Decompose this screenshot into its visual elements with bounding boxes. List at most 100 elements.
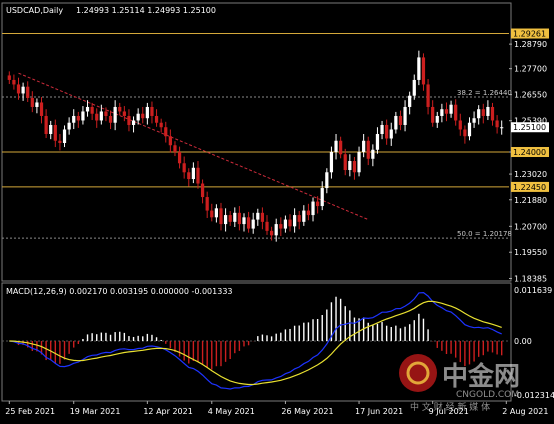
candle-body [113, 106, 117, 123]
candle-body [164, 127, 168, 137]
candle-body [311, 201, 315, 216]
candle-body [90, 106, 94, 114]
candle-body [67, 122, 71, 130]
candle-body [385, 124, 389, 139]
candle-body [265, 221, 269, 231]
price-badge: 1.25100 [513, 123, 546, 132]
candle-body [352, 161, 357, 173]
candle-body [297, 215, 301, 222]
candle-body [136, 113, 140, 121]
candle-body [72, 115, 76, 123]
time-tick-label: 26 May 2021 [281, 407, 333, 416]
candle-body [444, 109, 449, 114]
candle-body [486, 106, 490, 116]
time-tick-label: 17 Jun 2021 [355, 407, 403, 416]
candle-body [233, 212, 237, 222]
candle-body [375, 133, 380, 150]
candle-body [320, 188, 324, 207]
watermark-url: CNGOLD.COM [456, 390, 519, 400]
candle-body [223, 215, 228, 225]
candle-body [500, 127, 504, 129]
candle-body [440, 109, 444, 116]
time-tick-label: 19 Mar 2021 [70, 407, 121, 416]
price-tick-label: 1.19550 [514, 248, 547, 257]
candle-body [196, 167, 200, 184]
time-tick-label: 2 Aug 2021 [502, 407, 548, 416]
candle-body [49, 124, 53, 134]
candle-body [490, 106, 495, 121]
candle-body [380, 124, 384, 134]
candle-body [62, 129, 67, 143]
candle-body [131, 120, 136, 125]
candle-body [76, 115, 80, 121]
candle-body [389, 129, 393, 139]
candle-body [495, 120, 499, 128]
candle-body [316, 201, 320, 207]
candle-body [477, 109, 481, 119]
candle-body [219, 208, 223, 225]
macd-tick-label: -0.012314 [514, 391, 554, 400]
candle-body [246, 217, 251, 229]
candle-body [334, 140, 338, 153]
candle-body [435, 115, 439, 123]
candle-body [371, 149, 375, 159]
watermark-tagline: 中 文 财 经 新 媒 体 [410, 401, 490, 413]
candle-body [251, 219, 255, 229]
candle-body [343, 154, 347, 171]
candle-body [118, 106, 122, 112]
candle-body [127, 115, 131, 125]
candle-body [7, 75, 11, 80]
symbol-label: USDCAD,Daily [6, 6, 63, 15]
candle-body [426, 84, 430, 107]
price-badge: 1.24000 [513, 148, 546, 157]
candle-body [81, 111, 85, 121]
candle-body [463, 129, 467, 137]
candle-body [348, 161, 352, 171]
candle-body [421, 57, 426, 85]
candle-body [283, 219, 288, 229]
candle-body [357, 152, 361, 173]
candle-body [12, 79, 16, 85]
candle-body [228, 215, 232, 222]
price-badge: 1.29261 [513, 30, 546, 39]
candle-body [99, 111, 103, 121]
candle-body [39, 102, 44, 116]
candle-body [242, 217, 246, 225]
cngold-logo-icon [399, 354, 437, 392]
price-tick-label: 1.23020 [514, 170, 547, 179]
macd-tick-label: 0.011639 [514, 286, 552, 295]
candle-body [237, 212, 242, 225]
candle-body [44, 115, 48, 134]
macd-label: MACD(12,26,9) 0.002170 0.003195 0.000000… [6, 287, 233, 296]
candle-body [394, 115, 398, 130]
candle-body [256, 212, 260, 220]
candle-body [53, 124, 57, 141]
candle-body [325, 172, 329, 189]
ohlc-readout: 1.24993 1.25114 1.24993 1.25100 [76, 6, 216, 15]
time-tick-label: 4 May 2021 [208, 407, 255, 416]
candle-body [200, 183, 205, 198]
candle-body [108, 115, 113, 123]
candle-body [306, 210, 311, 216]
candle-body [403, 106, 407, 125]
price-tick-label: 1.20700 [514, 222, 547, 231]
candle-body [269, 230, 274, 236]
candle-body [177, 152, 182, 164]
candle-body [145, 106, 149, 119]
candle-body [408, 95, 412, 107]
candle-body [366, 140, 370, 159]
candle-body [205, 197, 209, 211]
candle-body [187, 172, 191, 180]
candle-body [150, 106, 154, 116]
candle-body [214, 208, 218, 218]
time-tick-label: 12 Apr 2021 [143, 407, 192, 416]
price-tick-label: 1.21880 [514, 196, 547, 205]
price-tick-label: 1.28790 [514, 40, 547, 49]
candle-body [472, 118, 476, 123]
candle-body [104, 111, 108, 116]
candle-body [141, 113, 145, 119]
candle-body [173, 145, 177, 153]
candle-body [449, 104, 453, 114]
candle-body [260, 212, 265, 222]
candle-body [30, 97, 34, 107]
